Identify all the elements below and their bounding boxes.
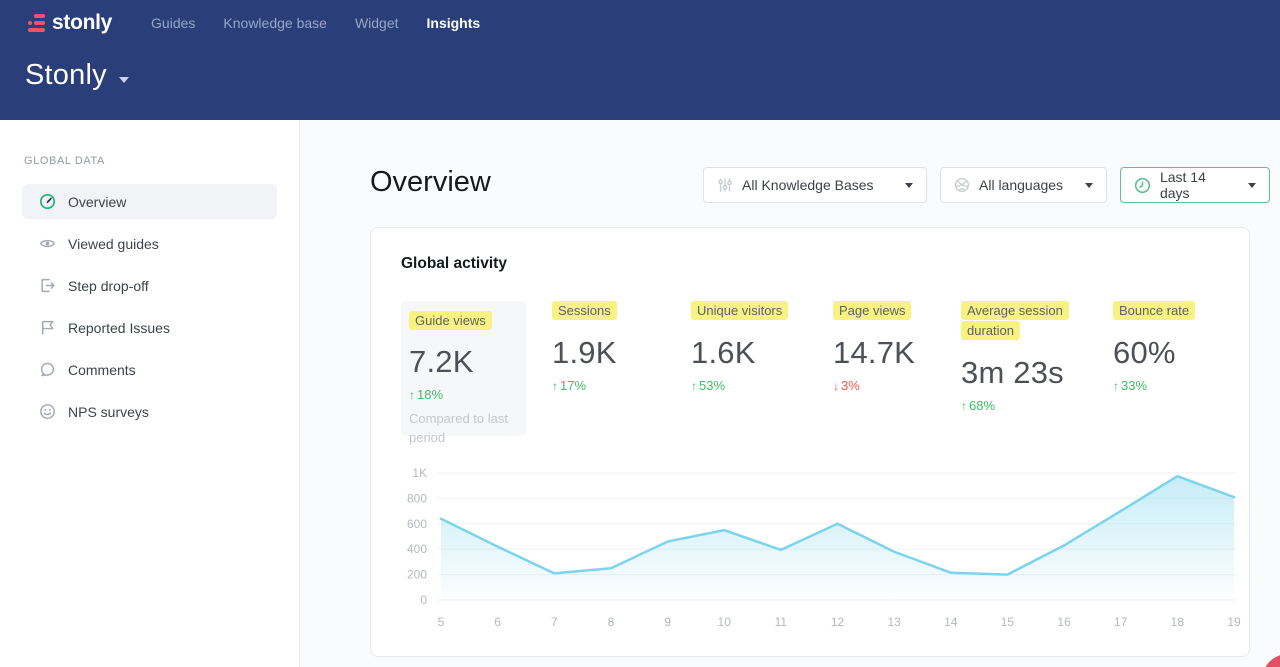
metric-delta: ↑53%	[691, 378, 826, 393]
svg-text:15: 15	[1001, 615, 1015, 629]
metric-guide-views[interactable]: Guide views 7.2K ↑18% Compared to last p…	[401, 301, 526, 436]
metric-label: Guide views	[409, 311, 492, 330]
chevron-down-icon	[1085, 183, 1093, 188]
sidebar: GLOBAL DATA Overview Viewed guides Step …	[0, 120, 300, 667]
sliders-icon	[717, 177, 733, 193]
stonly-logo-icon	[25, 14, 45, 32]
main-nav: Guides Knowledge base Widget Insights	[137, 9, 494, 37]
workspace-selector[interactable]: Stonly	[25, 59, 1280, 92]
svg-text:10: 10	[718, 615, 732, 629]
sidebar-item-label: Overview	[68, 194, 126, 210]
workspace-title: Stonly	[25, 59, 107, 92]
gauge-icon	[39, 193, 56, 210]
sidebar-item-step-drop-off[interactable]: Step drop-off	[22, 268, 277, 303]
sidebar-item-label: Reported Issues	[68, 320, 170, 336]
activity-chart[interactable]: 0 200 400 600 800 1K 5 6 7 8 9 10 11 12 13 14 15 16 17 18 19	[391, 456, 1243, 641]
svg-text:0: 0	[420, 593, 427, 607]
global-activity-card: Global activity Guide views 7.2K ↑18% Co…	[370, 227, 1250, 657]
metric-delta: ↑68%	[961, 398, 1071, 413]
sidebar-section-title: GLOBAL DATA	[24, 155, 275, 167]
smiley-icon	[39, 403, 56, 420]
date-range-filter[interactable]: Last 14 days	[1120, 167, 1270, 203]
sidebar-item-label: Step drop-off	[68, 278, 149, 294]
metric-value: 7.2K	[409, 344, 518, 380]
language-filter-value: All languages	[979, 177, 1063, 193]
metric-value: 1.6K	[691, 335, 826, 371]
app-header: stonly Guides Knowledge base Widget Insi…	[0, 0, 1280, 120]
logo-text: stonly	[52, 11, 112, 35]
sidebar-item-reported-issues[interactable]: Reported Issues	[22, 310, 277, 345]
svg-text:600: 600	[407, 517, 427, 531]
svg-text:200: 200	[407, 568, 427, 582]
metric-avg-session-duration[interactable]: Average session duration 3m 23s ↑68%	[961, 301, 1071, 413]
svg-text:1K: 1K	[412, 466, 427, 480]
nav-guides[interactable]: Guides	[137, 9, 209, 37]
svg-text:800: 800	[407, 491, 427, 505]
main-content: Overview All Knowledge Bases All languag…	[300, 120, 1280, 667]
metric-label: Sessions	[552, 301, 617, 320]
svg-text:12: 12	[831, 615, 845, 629]
nav-insights[interactable]: Insights	[413, 9, 495, 37]
sidebar-item-overview[interactable]: Overview	[22, 184, 277, 219]
metric-sessions[interactable]: Sessions 1.9K ↑17%	[552, 301, 684, 393]
metric-label: Unique visitors	[691, 301, 788, 320]
chevron-down-icon	[905, 183, 913, 188]
svg-text:16: 16	[1057, 615, 1071, 629]
metric-page-views[interactable]: Page views 14.7K ↓3%	[833, 301, 954, 393]
filter-bar: All Knowledge Bases All languages Last 1…	[703, 167, 1270, 203]
sidebar-item-label: Comments	[68, 362, 136, 378]
language-filter[interactable]: All languages	[940, 167, 1107, 203]
svg-text:9: 9	[664, 615, 671, 629]
svg-text:18: 18	[1171, 615, 1185, 629]
metric-delta: ↓3%	[833, 378, 954, 393]
eye-icon	[39, 235, 56, 252]
svg-text:8: 8	[608, 615, 615, 629]
top-navigation: stonly Guides Knowledge base Widget Insi…	[0, 0, 1280, 37]
globe-icon	[954, 177, 970, 193]
svg-text:5: 5	[438, 615, 445, 629]
metric-label: Bounce rate	[1113, 301, 1195, 320]
metric-bounce-rate[interactable]: Bounce rate 60% ↑33%	[1113, 301, 1228, 393]
svg-text:13: 13	[887, 615, 901, 629]
date-range-filter-value: Last 14 days	[1160, 169, 1239, 201]
metric-note: Compared to last period	[409, 410, 518, 448]
metric-unique-visitors[interactable]: Unique visitors 1.6K ↑53%	[691, 301, 826, 393]
sidebar-item-label: Viewed guides	[68, 236, 159, 252]
clock-icon	[1134, 177, 1151, 194]
card-title: Global activity	[401, 255, 507, 273]
chevron-down-icon	[1248, 183, 1256, 188]
sidebar-item-nps-surveys[interactable]: NPS surveys	[22, 394, 277, 429]
step-dropoff-icon	[39, 277, 56, 294]
knowledge-base-filter-value: All Knowledge Bases	[742, 177, 874, 193]
svg-text:14: 14	[944, 615, 958, 629]
sidebar-item-comments[interactable]: Comments	[22, 352, 277, 387]
knowledge-base-filter[interactable]: All Knowledge Bases	[703, 167, 927, 203]
sidebar-item-label: NPS surveys	[68, 404, 149, 420]
chevron-down-icon	[119, 77, 129, 83]
svg-text:11: 11	[775, 615, 788, 629]
metric-delta: ↑18%	[409, 387, 518, 402]
svg-text:19: 19	[1227, 615, 1241, 629]
comment-icon	[39, 361, 56, 378]
svg-text:6: 6	[494, 615, 501, 629]
page-title: Overview	[370, 166, 491, 199]
metric-value: 14.7K	[833, 335, 954, 371]
metric-delta: ↑17%	[552, 378, 684, 393]
sidebar-item-viewed-guides[interactable]: Viewed guides	[22, 226, 277, 261]
metric-label: Page views	[833, 301, 911, 320]
svg-text:7: 7	[551, 615, 558, 629]
metric-delta: ↑33%	[1113, 378, 1228, 393]
nav-widget[interactable]: Widget	[341, 9, 413, 37]
svg-text:400: 400	[407, 542, 427, 556]
stonly-logo[interactable]: stonly	[25, 11, 112, 35]
metric-value: 3m 23s	[961, 355, 1071, 391]
metric-value: 1.9K	[552, 335, 684, 371]
flag-icon	[39, 319, 56, 336]
metric-label: Average session duration	[961, 301, 1069, 340]
nav-knowledge-base[interactable]: Knowledge base	[209, 9, 341, 37]
svg-text:17: 17	[1114, 615, 1128, 629]
metric-value: 60%	[1113, 335, 1228, 371]
